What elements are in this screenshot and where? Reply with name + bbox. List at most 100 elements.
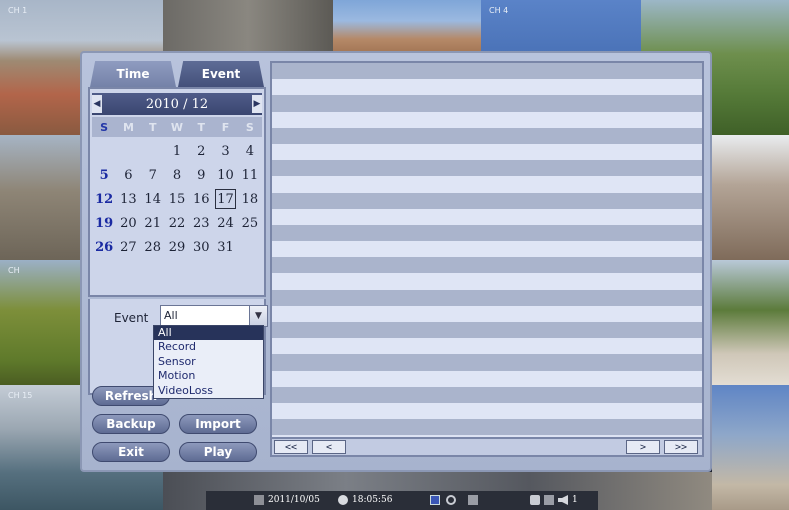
weekday-label: W [170, 120, 184, 134]
calendar-day[interactable]: 29 [165, 237, 189, 257]
calendar-day[interactable]: 7 [141, 165, 165, 185]
list-row[interactable] [272, 208, 702, 225]
calendar-day[interactable]: 4 [238, 141, 262, 161]
channel-label: CH 4 [489, 6, 509, 15]
calendar-day[interactable]: 30 [189, 237, 213, 257]
list-row[interactable] [272, 143, 702, 161]
speaker-icon[interactable] [558, 495, 568, 505]
calendar-day[interactable]: 12 [92, 189, 116, 209]
list-row[interactable] [272, 224, 702, 242]
lock-icon[interactable] [530, 495, 540, 505]
list-row[interactable] [272, 160, 702, 177]
next-month-icon[interactable]: ▶ [252, 95, 262, 113]
dropdown-option-sensor[interactable]: Sensor [154, 355, 263, 369]
list-row[interactable] [272, 241, 702, 258]
list-row[interactable] [272, 354, 702, 371]
calendar-day[interactable]: 17 [215, 189, 236, 209]
calendar-day[interactable]: 13 [116, 189, 140, 209]
list-row[interactable] [272, 79, 702, 96]
list-row[interactable] [272, 289, 702, 306]
list-row[interactable] [272, 273, 702, 290]
event-list[interactable] [270, 61, 704, 439]
chevron-down-icon[interactable]: ▼ [249, 306, 267, 326]
network-icon [544, 495, 554, 505]
next-page-button[interactable]: > [626, 440, 660, 454]
calendar-day[interactable]: 22 [165, 213, 189, 233]
calendar-day[interactable]: 19 [92, 213, 116, 233]
list-row[interactable] [272, 370, 702, 387]
tab-event[interactable]: Event [178, 61, 264, 87]
calendar-header: ◀ 2010 / 12 ▶ [92, 93, 262, 115]
calendar-day[interactable]: 3 [213, 141, 237, 161]
tab-time[interactable]: Time [90, 61, 176, 87]
list-row[interactable] [272, 305, 702, 322]
calendar-days: 1 2 3 4 5 6 7 8 9 10 11 12 13 14 15 16 17 18 19 20 21 22 23 24 2… [92, 139, 262, 259]
calendar-day[interactable]: 27 [116, 237, 140, 257]
left-panel: Time Event ◀ 2010 / 12 ▶ S M T W T F S 1… [88, 61, 268, 469]
list-row[interactable] [272, 338, 702, 355]
status-time: 18:05:56 [352, 495, 393, 505]
backup-button[interactable]: Backup [92, 414, 170, 434]
calendar-day[interactable]: 24 [213, 213, 237, 233]
list-row[interactable] [272, 322, 702, 339]
dropdown-option-motion[interactable]: Motion [154, 369, 263, 383]
calendar-day[interactable]: 31 [213, 237, 237, 257]
calendar-day[interactable]: 16 [189, 189, 213, 209]
calendar-day[interactable]: 25 [238, 213, 262, 233]
event-filter-value: All [164, 309, 178, 322]
weekday-label: T [197, 120, 206, 134]
channel-label: CH 1 [8, 6, 28, 15]
prev-page-button[interactable]: < [312, 440, 346, 454]
calendar-day[interactable]: 28 [141, 237, 165, 257]
prev-month-icon[interactable]: ◀ [92, 95, 102, 113]
last-page-button[interactable]: >> [664, 440, 698, 454]
dropdown-option-record[interactable]: Record [154, 340, 263, 354]
list-row[interactable] [272, 95, 702, 112]
list-row[interactable] [272, 63, 702, 80]
calendar-day[interactable]: 6 [116, 165, 140, 185]
calendar-day[interactable]: 26 [92, 237, 116, 257]
first-page-button[interactable]: << [274, 440, 308, 454]
calendar-day[interactable]: 1 [165, 141, 189, 161]
camera-tile-2 [163, 0, 333, 52]
event-filter-dropdown[interactable]: All Record Sensor Motion VideoLoss [153, 325, 264, 399]
channel-label: CH [8, 266, 20, 275]
calendar-day[interactable]: 9 [189, 165, 213, 185]
calendar-day[interactable]: 2 [189, 141, 213, 161]
camera-tile-6 [0, 135, 82, 260]
dropdown-option-videoloss[interactable]: VideoLoss [154, 384, 263, 398]
import-button[interactable]: Import [179, 414, 257, 434]
list-row[interactable] [272, 386, 702, 403]
list-row[interactable] [272, 419, 702, 436]
calendar-day[interactable]: 14 [141, 189, 165, 209]
event-filter-select[interactable]: All ▼ [160, 305, 268, 327]
weekday-label: F [221, 120, 230, 134]
calendar-day[interactable]: 8 [165, 165, 189, 185]
play-button[interactable]: Play [179, 442, 257, 462]
status-date: 2011/10/05 [268, 495, 320, 505]
calendar-day[interactable]: 11 [238, 165, 262, 185]
calendar-day[interactable]: 18 [238, 189, 262, 209]
calendar-day[interactable]: 5 [92, 165, 116, 185]
exit-button[interactable]: Exit [92, 442, 170, 462]
camera-tile-4: CH 4 [481, 0, 641, 52]
calendar-day[interactable]: 20 [116, 213, 140, 233]
dropdown-option-all[interactable]: All [154, 326, 263, 341]
display-icon[interactable] [430, 495, 440, 505]
calendar-day-empty [238, 237, 262, 257]
channel-label: CH 15 [8, 391, 33, 400]
calendar-day[interactable]: 23 [189, 213, 213, 233]
calendar: ◀ 2010 / 12 ▶ S M T W T F S 1 2 3 4 5 6 7 8 9 10 1… [88, 87, 266, 297]
list-row[interactable] [272, 176, 702, 193]
list-row[interactable] [272, 257, 702, 274]
refresh-icon[interactable] [446, 495, 456, 505]
calendar-day[interactable]: 10 [213, 165, 237, 185]
clock-icon [338, 495, 348, 505]
camera-tile-10 [712, 260, 789, 385]
list-row[interactable] [272, 192, 702, 209]
list-row[interactable] [272, 111, 702, 128]
list-row[interactable] [272, 127, 702, 144]
list-row[interactable] [272, 402, 702, 420]
calendar-day[interactable]: 21 [141, 213, 165, 233]
calendar-day[interactable]: 15 [165, 189, 189, 209]
